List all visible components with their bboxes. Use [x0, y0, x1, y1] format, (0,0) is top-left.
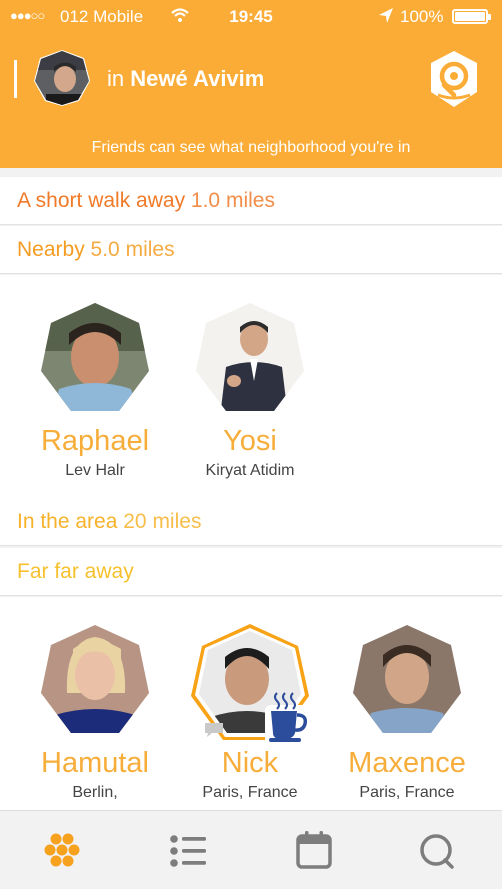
far-friends-grid: Hamutal Berlin, Nick Paris, France Maxen… — [0, 597, 502, 810]
locate-pin-icon[interactable] — [424, 49, 484, 109]
menu-handle[interactable] — [14, 60, 17, 98]
section-distance: 20 miles — [123, 510, 202, 533]
friend-location: Paris, France — [202, 784, 298, 801]
list-icon[interactable] — [166, 829, 210, 873]
neighborhood-name: Newé Avivim — [130, 66, 265, 91]
section-in-area[interactable]: In the area 20 miles — [0, 498, 502, 546]
friend-name: Nick — [221, 747, 279, 779]
section-short-walk[interactable]: A short walk away 1.0 miles — [0, 177, 502, 225]
avatar[interactable] — [39, 301, 151, 417]
chat-icon[interactable] — [414, 829, 458, 873]
avatar[interactable] — [194, 301, 306, 417]
friend-location: Lev Halr — [65, 462, 125, 479]
battery-percentage: 100% — [400, 7, 444, 26]
friend-name: Yosi — [223, 425, 277, 457]
section-far-away[interactable]: Far far away — [0, 548, 502, 596]
avatar[interactable] — [39, 623, 151, 739]
section-nearby[interactable]: Nearby 5.0 miles — [0, 226, 502, 274]
header: ●●●○○ 012 Mobile 19:45 100% in Newé Aviv… — [0, 0, 502, 168]
section-label: Nearby — [17, 238, 85, 261]
nearby-friends-grid: Raphael Lev Halr Yosi Kiryat Atidim — [0, 275, 502, 498]
friend-location: Berlin, — [72, 784, 118, 801]
friend-card[interactable]: Hamutal Berlin, — [20, 623, 170, 802]
avatar[interactable] — [34, 50, 90, 106]
friend-card[interactable]: Raphael Lev Halr — [20, 301, 170, 480]
friend-name: Maxence — [348, 747, 466, 779]
section-label: Far far away — [17, 560, 134, 583]
friend-card[interactable]: Nick Paris, France — [175, 623, 325, 802]
privacy-subtitle: Friends can see what neighborhood you're… — [91, 139, 411, 156]
friend-name: Raphael — [40, 425, 150, 457]
section-label: In the area — [17, 510, 118, 533]
hexagon-cluster-icon[interactable] — [40, 829, 84, 873]
tab-bar — [0, 810, 502, 889]
status-bar: ●●●○○ 012 Mobile 19:45 100% — [0, 0, 502, 34]
friend-card[interactable]: Maxence Paris, France — [332, 623, 482, 802]
friend-location: Paris, France — [359, 784, 455, 801]
section-distance: 1.0 miles — [190, 189, 275, 212]
friend-name: Hamutal — [41, 747, 149, 779]
neighborhood-label: in Newé Avivim — [107, 66, 264, 92]
section-label: A short walk away — [17, 189, 186, 212]
chat-bubble-icon — [205, 723, 223, 737]
location-arrow-icon — [379, 8, 393, 23]
friend-card[interactable]: Yosi Kiryat Atidim — [175, 301, 325, 480]
section-distance: 5.0 miles — [90, 238, 175, 261]
friend-location: Kiryat Atidim — [205, 462, 295, 479]
in-prefix: in — [107, 66, 131, 91]
battery-icon — [452, 9, 491, 24]
calendar-icon[interactable] — [292, 829, 336, 873]
avatar[interactable] — [351, 623, 463, 739]
